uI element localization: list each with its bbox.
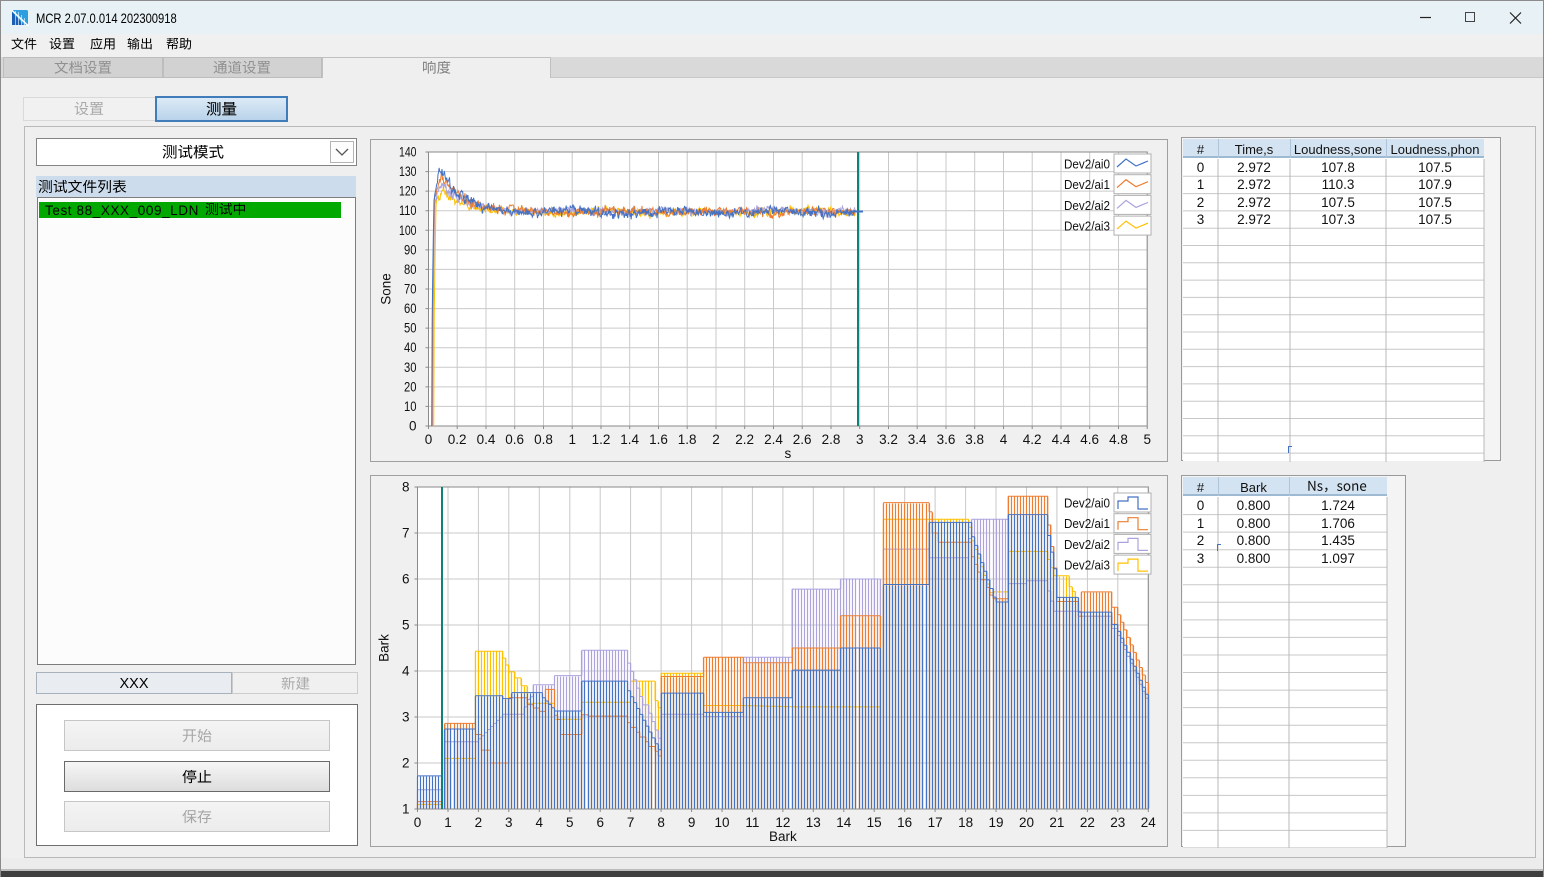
- svg-text:16: 16: [897, 815, 912, 830]
- svg-text:21: 21: [1049, 815, 1064, 830]
- svg-text:2: 2: [475, 815, 483, 830]
- svg-text:3: 3: [856, 432, 864, 447]
- svg-text:6: 6: [596, 815, 604, 830]
- svg-text:Dev2/ai0: Dev2/ai0: [1064, 496, 1110, 511]
- svg-text:2.4: 2.4: [764, 432, 783, 447]
- svg-text:1.6: 1.6: [649, 432, 668, 447]
- svg-text:12: 12: [775, 815, 790, 830]
- svg-text:14: 14: [836, 815, 852, 830]
- svg-text:Sone: Sone: [379, 273, 394, 305]
- svg-text:40: 40: [404, 340, 417, 355]
- svg-text:Dev2/ai2: Dev2/ai2: [1064, 537, 1110, 552]
- svg-text:22: 22: [1080, 815, 1095, 830]
- svg-text:2.2: 2.2: [735, 432, 754, 447]
- svg-text:0.8: 0.8: [534, 432, 553, 447]
- svg-text:3: 3: [402, 710, 410, 725]
- svg-text:Bark: Bark: [377, 634, 392, 662]
- svg-text:2.8: 2.8: [822, 432, 841, 447]
- svg-text:3.4: 3.4: [908, 432, 927, 447]
- svg-text:4.6: 4.6: [1080, 432, 1099, 447]
- svg-text:4: 4: [536, 815, 544, 830]
- svg-text:1.8: 1.8: [678, 432, 697, 447]
- svg-text:3.2: 3.2: [879, 432, 898, 447]
- svg-text:4.8: 4.8: [1109, 432, 1128, 447]
- svg-text:20: 20: [1019, 815, 1034, 830]
- svg-text:5: 5: [566, 815, 574, 830]
- svg-text:5: 5: [1143, 432, 1151, 447]
- svg-text:19: 19: [988, 815, 1003, 830]
- svg-text:Dev2/ai3: Dev2/ai3: [1064, 558, 1110, 573]
- svg-text:9: 9: [688, 815, 696, 830]
- svg-text:Dev2/ai2: Dev2/ai2: [1064, 198, 1110, 213]
- svg-text:4: 4: [1000, 432, 1008, 447]
- svg-text:1.2: 1.2: [592, 432, 611, 447]
- svg-text:8: 8: [402, 480, 410, 495]
- svg-text:120: 120: [399, 184, 417, 199]
- svg-text:140: 140: [399, 145, 417, 160]
- svg-text:80: 80: [404, 262, 417, 277]
- svg-text:8: 8: [657, 815, 665, 830]
- svg-text:0.4: 0.4: [477, 432, 496, 447]
- svg-text:Dev2/ai1: Dev2/ai1: [1064, 516, 1110, 531]
- svg-text:1: 1: [568, 432, 576, 447]
- svg-text:1: 1: [402, 802, 410, 817]
- svg-text:4: 4: [402, 664, 410, 679]
- svg-text:1: 1: [444, 815, 452, 830]
- svg-text:10: 10: [404, 399, 417, 414]
- svg-text:1.4: 1.4: [620, 432, 639, 447]
- svg-text:0.2: 0.2: [448, 432, 467, 447]
- svg-text:Bark: Bark: [769, 829, 797, 844]
- svg-text:23: 23: [1110, 815, 1125, 830]
- svg-text:13: 13: [806, 815, 821, 830]
- svg-text:90: 90: [404, 242, 417, 257]
- svg-text:3: 3: [505, 815, 513, 830]
- svg-text:24: 24: [1141, 815, 1157, 830]
- svg-text:11: 11: [745, 815, 759, 830]
- svg-text:60: 60: [404, 301, 417, 316]
- svg-text:18: 18: [958, 815, 973, 830]
- svg-text:2.6: 2.6: [793, 432, 812, 447]
- svg-text:3.8: 3.8: [965, 432, 984, 447]
- svg-text:Dev2/ai3: Dev2/ai3: [1064, 219, 1110, 234]
- svg-text:50: 50: [404, 321, 417, 336]
- svg-text:Dev2/ai0: Dev2/ai0: [1064, 157, 1110, 172]
- svg-text:4.2: 4.2: [1023, 432, 1042, 447]
- svg-text:7: 7: [402, 526, 410, 541]
- svg-text:0: 0: [409, 419, 417, 434]
- svg-text:30: 30: [404, 360, 417, 375]
- svg-text:3.6: 3.6: [937, 432, 956, 447]
- svg-text:5: 5: [402, 618, 410, 633]
- svg-text:0: 0: [414, 815, 422, 830]
- svg-text:Dev2/ai1: Dev2/ai1: [1064, 177, 1110, 192]
- svg-text:100: 100: [399, 223, 417, 238]
- svg-text:15: 15: [867, 815, 882, 830]
- svg-text:2: 2: [402, 756, 410, 771]
- svg-text:7: 7: [627, 815, 635, 830]
- svg-text:2: 2: [712, 432, 720, 447]
- svg-text:s: s: [785, 446, 792, 461]
- svg-text:6: 6: [402, 572, 410, 587]
- svg-text:70: 70: [404, 282, 417, 297]
- svg-text:20: 20: [404, 379, 417, 394]
- svg-text:130: 130: [399, 164, 417, 179]
- svg-text:4.4: 4.4: [1052, 432, 1071, 447]
- svg-text:0.6: 0.6: [505, 432, 524, 447]
- svg-text:0: 0: [425, 432, 433, 447]
- svg-text:17: 17: [928, 815, 943, 830]
- svg-text:10: 10: [714, 815, 729, 830]
- svg-text:110: 110: [399, 203, 417, 218]
